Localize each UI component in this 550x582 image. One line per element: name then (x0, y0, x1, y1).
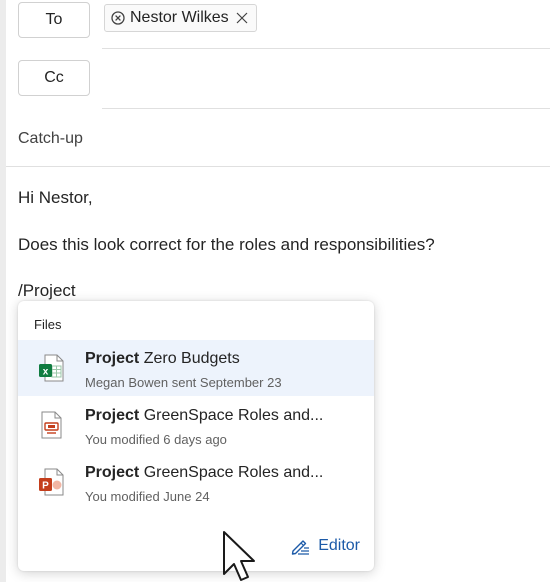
file-suggestion-item[interactable]: Project GreenSpace Roles and... You modi… (18, 397, 374, 453)
popup-title: Files (34, 317, 62, 332)
mouse-pointer-icon (223, 531, 255, 581)
file-meta: You modified 6 days ago (85, 432, 227, 447)
file-name: Project GreenSpace Roles and... (85, 407, 324, 424)
subject-field[interactable]: Catch-up (18, 130, 83, 148)
file-suggestion-item[interactable]: P Project GreenSpace Roles and... You mo… (18, 454, 374, 510)
to-field-divider (102, 48, 550, 49)
editor-label: Editor (318, 537, 360, 554)
file-meta: Megan Bowen sent September 23 (85, 375, 282, 390)
body-question[interactable]: Does this look correct for the roles and… (18, 235, 435, 255)
cc-field-divider (102, 108, 550, 109)
subject-divider (6, 166, 550, 167)
recipient-name: Nestor Wilkes (130, 9, 229, 26)
recipient-chip[interactable]: Nestor Wilkes (104, 4, 257, 32)
body-greeting[interactable]: Hi Nestor, (18, 188, 93, 208)
file-suggestion-popup: Files x Project Zero Budgets Megan Bowen… (18, 301, 374, 571)
excel-file-icon: x (39, 354, 64, 382)
compose-pane: To Nestor Wilkes Cc Catch-up Hi Nestor, … (6, 0, 550, 582)
svg-text:x: x (43, 367, 49, 378)
svg-text:P: P (42, 481, 49, 492)
editor-pen-icon (292, 540, 310, 555)
file-meta: You modified June 24 (85, 489, 210, 504)
body-slash-command[interactable]: /Project (18, 281, 76, 301)
editor-button[interactable]: Editor (290, 537, 360, 555)
remove-circle-icon[interactable] (111, 11, 125, 25)
to-button[interactable]: To (18, 2, 90, 38)
cc-button[interactable]: Cc (18, 60, 90, 96)
cc-label: Cc (44, 69, 64, 86)
to-label: To (45, 11, 63, 28)
powerpoint-file-icon: P (39, 468, 64, 496)
close-icon[interactable] (236, 12, 248, 24)
file-name: Project Zero Budgets (85, 350, 240, 367)
file-suggestion-item[interactable]: x Project Zero Budgets Megan Bowen sent … (18, 340, 374, 396)
loop-file-icon (41, 411, 62, 439)
file-name: Project GreenSpace Roles and... (85, 464, 324, 481)
